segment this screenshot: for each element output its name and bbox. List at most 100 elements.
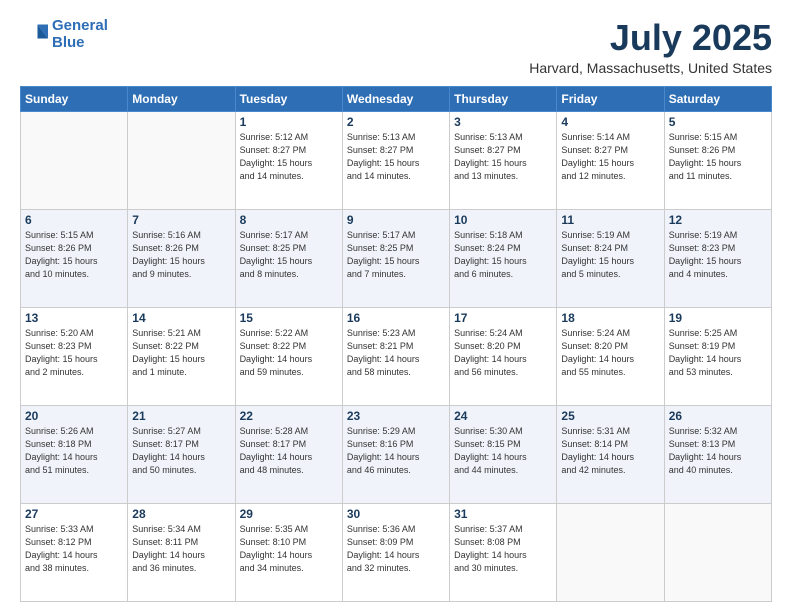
day-number: 22: [240, 409, 338, 423]
calendar-day-cell: 9Sunrise: 5:17 AM Sunset: 8:25 PM Daylig…: [342, 209, 449, 307]
day-info: Sunrise: 5:27 AM Sunset: 8:17 PM Dayligh…: [132, 425, 230, 477]
logo: General Blue: [20, 18, 108, 51]
day-info: Sunrise: 5:17 AM Sunset: 8:25 PM Dayligh…: [347, 229, 445, 281]
day-number: 27: [25, 507, 123, 521]
day-info: Sunrise: 5:13 AM Sunset: 8:27 PM Dayligh…: [454, 131, 552, 183]
day-of-week-header: Wednesday: [342, 86, 449, 111]
calendar-week-row: 20Sunrise: 5:26 AM Sunset: 8:18 PM Dayli…: [21, 405, 772, 503]
day-info: Sunrise: 5:13 AM Sunset: 8:27 PM Dayligh…: [347, 131, 445, 183]
calendar-day-cell: 17Sunrise: 5:24 AM Sunset: 8:20 PM Dayli…: [450, 307, 557, 405]
calendar-week-row: 6 Sunrise: 5:15 AM Sunset: 8:26 PM Daylig…: [21, 209, 772, 307]
day-number: 19: [669, 311, 767, 325]
day-info: Sunrise: 5:31 AM Sunset: 8:14 PM Dayligh…: [561, 425, 659, 477]
day-number: 2: [347, 115, 445, 129]
day-info: Sunrise: 5:19 AM Sunset: 8:24 PM Dayligh…: [561, 229, 659, 281]
calendar-day-cell: 20Sunrise: 5:26 AM Sunset: 8:18 PM Dayli…: [21, 405, 128, 503]
day-number: 23: [347, 409, 445, 423]
day-info: Sunrise: 5:15 AM Sunset: 8:26 PM Dayligh…: [25, 229, 123, 281]
calendar-day-cell: 4 Sunrise: 5:14 AM Sunset: 8:27 PM Daylig…: [557, 111, 664, 209]
day-number: 13: [25, 311, 123, 325]
calendar-day-cell: 31 Sunrise: 5:37 AM Sunset: 8:08 PM Dayli…: [450, 503, 557, 601]
header: General Blue July 2025 Harvard, Massachu…: [20, 18, 772, 76]
day-of-week-header: Thursday: [450, 86, 557, 111]
day-info: Sunrise: 5:17 AM Sunset: 8:25 PM Dayligh…: [240, 229, 338, 281]
day-number: 15: [240, 311, 338, 325]
day-info: Sunrise: 5:25 AM Sunset: 8:19 PM Dayligh…: [669, 327, 767, 379]
day-info: Sunrise: 5:33 AM Sunset: 8:12 PM Dayligh…: [25, 523, 123, 575]
day-number: 1: [240, 115, 338, 129]
calendar-day-cell: 11 Sunrise: 5:19 AM Sunset: 8:24 PM Dayli…: [557, 209, 664, 307]
day-info: Sunrise: 5:37 AM Sunset: 8:08 PM Dayligh…: [454, 523, 552, 575]
calendar-day-cell: 3 Sunrise: 5:13 AM Sunset: 8:27 PM Daylig…: [450, 111, 557, 209]
day-of-week-header: Monday: [128, 86, 235, 111]
calendar-day-cell: 2 Sunrise: 5:13 AM Sunset: 8:27 PM Daylig…: [342, 111, 449, 209]
day-info: Sunrise: 5:12 AM Sunset: 8:27 PM Dayligh…: [240, 131, 338, 183]
calendar-day-cell: 13 Sunrise: 5:20 AM Sunset: 8:23 PM Dayli…: [21, 307, 128, 405]
day-info: Sunrise: 5:29 AM Sunset: 8:16 PM Dayligh…: [347, 425, 445, 477]
calendar-day-cell: [664, 503, 771, 601]
logo-icon: [20, 21, 48, 49]
location-title: Harvard, Massachusetts, United States: [529, 60, 772, 76]
day-number: 28: [132, 507, 230, 521]
day-number: 31: [454, 507, 552, 521]
calendar-day-cell: 12Sunrise: 5:19 AM Sunset: 8:23 PM Dayli…: [664, 209, 771, 307]
day-number: 14: [132, 311, 230, 325]
calendar-day-cell: 29Sunrise: 5:35 AM Sunset: 8:10 PM Dayli…: [235, 503, 342, 601]
day-info: Sunrise: 5:23 AM Sunset: 8:21 PM Dayligh…: [347, 327, 445, 379]
day-number: 11: [561, 213, 659, 227]
day-info: Sunrise: 5:34 AM Sunset: 8:11 PM Dayligh…: [132, 523, 230, 575]
day-of-week-header: Sunday: [21, 86, 128, 111]
day-number: 6: [25, 213, 123, 227]
day-info: Sunrise: 5:18 AM Sunset: 8:24 PM Dayligh…: [454, 229, 552, 281]
day-info: Sunrise: 5:21 AM Sunset: 8:22 PM Dayligh…: [132, 327, 230, 379]
day-info: Sunrise: 5:32 AM Sunset: 8:13 PM Dayligh…: [669, 425, 767, 477]
calendar-day-cell: [21, 111, 128, 209]
day-number: 26: [669, 409, 767, 423]
day-number: 24: [454, 409, 552, 423]
calendar-week-row: 1 Sunrise: 5:12 AM Sunset: 8:27 PM Daylig…: [21, 111, 772, 209]
day-number: 16: [347, 311, 445, 325]
calendar: SundayMondayTuesdayWednesdayThursdayFrid…: [20, 86, 772, 602]
day-of-week-header: Friday: [557, 86, 664, 111]
day-of-week-header: Saturday: [664, 86, 771, 111]
calendar-day-cell: 10 Sunrise: 5:18 AM Sunset: 8:24 PM Dayli…: [450, 209, 557, 307]
title-section: July 2025 Harvard, Massachusetts, United…: [529, 18, 772, 76]
calendar-day-cell: 18 Sunrise: 5:24 AM Sunset: 8:20 PM Dayli…: [557, 307, 664, 405]
calendar-week-row: 13 Sunrise: 5:20 AM Sunset: 8:23 PM Dayli…: [21, 307, 772, 405]
calendar-day-cell: 1 Sunrise: 5:12 AM Sunset: 8:27 PM Daylig…: [235, 111, 342, 209]
calendar-header-row: SundayMondayTuesdayWednesdayThursdayFrid…: [21, 86, 772, 111]
calendar-week-row: 27 Sunrise: 5:33 AM Sunset: 8:12 PM Dayli…: [21, 503, 772, 601]
day-info: Sunrise: 5:15 AM Sunset: 8:26 PM Dayligh…: [669, 131, 767, 183]
day-number: 18: [561, 311, 659, 325]
calendar-day-cell: 23 Sunrise: 5:29 AM Sunset: 8:16 PM Dayli…: [342, 405, 449, 503]
day-number: 21: [132, 409, 230, 423]
day-number: 10: [454, 213, 552, 227]
day-info: Sunrise: 5:20 AM Sunset: 8:23 PM Dayligh…: [25, 327, 123, 379]
day-info: Sunrise: 5:24 AM Sunset: 8:20 PM Dayligh…: [561, 327, 659, 379]
day-of-week-header: Tuesday: [235, 86, 342, 111]
calendar-day-cell: [128, 111, 235, 209]
calendar-day-cell: 27 Sunrise: 5:33 AM Sunset: 8:12 PM Dayli…: [21, 503, 128, 601]
page: General Blue July 2025 Harvard, Massachu…: [0, 0, 792, 612]
day-number: 5: [669, 115, 767, 129]
day-number: 12: [669, 213, 767, 227]
day-info: Sunrise: 5:16 AM Sunset: 8:26 PM Dayligh…: [132, 229, 230, 281]
calendar-day-cell: 28 Sunrise: 5:34 AM Sunset: 8:11 PM Dayli…: [128, 503, 235, 601]
day-number: 17: [454, 311, 552, 325]
day-number: 3: [454, 115, 552, 129]
calendar-day-cell: 6 Sunrise: 5:15 AM Sunset: 8:26 PM Daylig…: [21, 209, 128, 307]
day-info: Sunrise: 5:22 AM Sunset: 8:22 PM Dayligh…: [240, 327, 338, 379]
calendar-day-cell: 16 Sunrise: 5:23 AM Sunset: 8:21 PM Dayli…: [342, 307, 449, 405]
calendar-day-cell: 5 Sunrise: 5:15 AM Sunset: 8:26 PM Daylig…: [664, 111, 771, 209]
calendar-day-cell: 21 Sunrise: 5:27 AM Sunset: 8:17 PM Dayli…: [128, 405, 235, 503]
calendar-day-cell: 25Sunrise: 5:31 AM Sunset: 8:14 PM Dayli…: [557, 405, 664, 503]
day-number: 30: [347, 507, 445, 521]
day-info: Sunrise: 5:26 AM Sunset: 8:18 PM Dayligh…: [25, 425, 123, 477]
day-info: Sunrise: 5:14 AM Sunset: 8:27 PM Dayligh…: [561, 131, 659, 183]
day-info: Sunrise: 5:28 AM Sunset: 8:17 PM Dayligh…: [240, 425, 338, 477]
calendar-day-cell: [557, 503, 664, 601]
day-info: Sunrise: 5:36 AM Sunset: 8:09 PM Dayligh…: [347, 523, 445, 575]
day-number: 4: [561, 115, 659, 129]
day-info: Sunrise: 5:30 AM Sunset: 8:15 PM Dayligh…: [454, 425, 552, 477]
calendar-day-cell: 22 Sunrise: 5:28 AM Sunset: 8:17 PM Dayli…: [235, 405, 342, 503]
